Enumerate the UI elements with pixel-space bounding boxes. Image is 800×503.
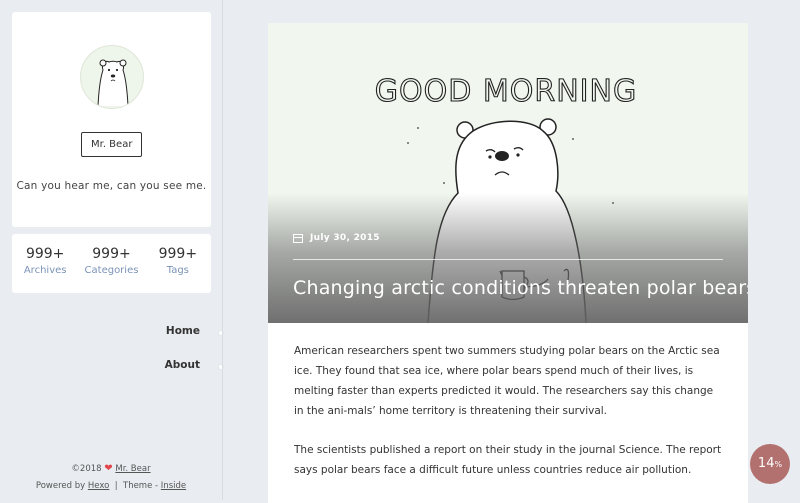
post-date-text: July 30, 2015 — [310, 233, 380, 243]
post-paragraph: The scientists published a report on the… — [294, 444, 722, 476]
post-hero-image[interactable]: GOOD MORNING July 30, 2015 Changing arct… — [268, 23, 748, 323]
footer-author-link[interactable]: Mr. Bear — [115, 464, 150, 474]
stat-value: 999+ — [25, 246, 65, 262]
main-nav: Home About — [0, 320, 224, 388]
profile-card: Mr. Bear Can you hear me, can you see me… — [12, 12, 211, 227]
footer-powered-by: Powered by — [35, 481, 86, 491]
profile-tagline: Can you hear me, can you see me. — [16, 180, 207, 192]
stat-label: Tags — [166, 265, 189, 276]
avatar[interactable] — [80, 45, 144, 109]
footer-year: ©2018 — [71, 464, 102, 474]
post-title[interactable]: Changing arctic conditions threaten pola… — [293, 277, 748, 299]
nav-dot-icon — [218, 330, 224, 336]
nav-item-about[interactable]: About — [0, 354, 224, 388]
sidebar-divider — [222, 0, 223, 500]
nav-item-label: About — [164, 359, 200, 371]
post-date: July 30, 2015 — [293, 233, 380, 243]
profile-name-button[interactable]: Mr. Bear — [81, 132, 143, 157]
stat-archives[interactable]: 999+ Archives — [12, 234, 78, 293]
footer: ©2018 ❤ Mr. Bear Powered by Hexo | Theme… — [0, 460, 222, 495]
heart-icon: ❤ — [104, 463, 113, 474]
bear-avatar-icon — [97, 59, 129, 107]
hero-divider — [293, 259, 723, 260]
calendar-icon — [293, 233, 303, 243]
nav-dot-icon — [218, 364, 224, 370]
stat-categories[interactable]: 999+ Categories — [78, 234, 144, 293]
hero-overlay — [268, 193, 748, 323]
post-card: GOOD MORNING July 30, 2015 Changing arct… — [268, 23, 748, 503]
reading-progress-button[interactable]: 14% — [750, 444, 790, 484]
nav-item-home[interactable]: Home — [0, 320, 224, 354]
stat-label: Archives — [23, 265, 67, 276]
progress-unit: % — [774, 460, 783, 469]
nav-item-label: Home — [165, 325, 200, 337]
progress-value: 14 — [757, 456, 775, 471]
footer-theme-label: Theme - — [123, 481, 159, 491]
stat-value: 999+ — [158, 246, 198, 262]
footer-separator: | — [114, 481, 118, 491]
post-paragraph: American researchers spent two summers s… — [294, 345, 720, 417]
hero-caption: GOOD MORNING — [375, 74, 637, 109]
stats-card: 999+ Archives 999+ Categories 999+ Tags — [12, 234, 211, 293]
stat-tags[interactable]: 999+ Tags — [145, 234, 211, 293]
sidebar: Mr. Bear Can you hear me, can you see me… — [0, 0, 224, 500]
post-body: American researchers spent two summers s… — [268, 323, 748, 480]
stat-value: 999+ — [92, 246, 131, 262]
hexo-link[interactable]: Hexo — [88, 481, 109, 491]
stat-label: Categories — [84, 265, 139, 276]
theme-link[interactable]: Inside — [161, 481, 186, 491]
